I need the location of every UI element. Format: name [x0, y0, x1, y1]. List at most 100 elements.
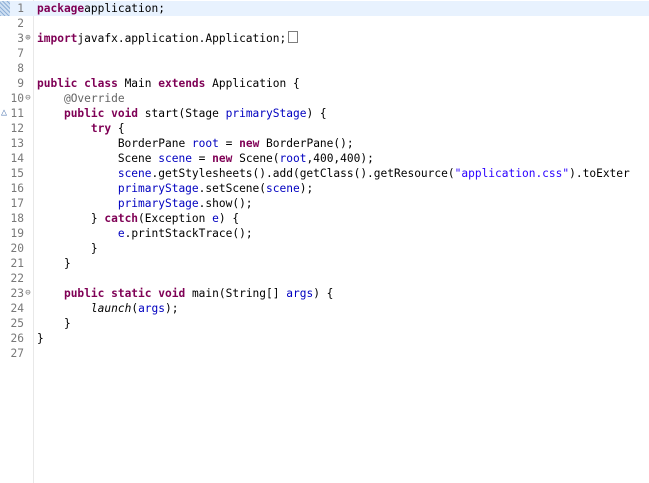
code-token: application; — [84, 2, 165, 15]
code-token: catch — [104, 212, 139, 225]
code-token: public static void — [63, 287, 186, 300]
code-text: launch(args); — [37, 301, 179, 316]
code-token: root — [191, 137, 219, 150]
code-line[interactable]: 14 Scene scene = new Scene(root,400,400)… — [0, 151, 649, 166]
fold-expand-icon[interactable]: ⊕ — [24, 34, 32, 43]
code-token: Scene( — [232, 152, 280, 165]
code-token: launch — [90, 302, 132, 315]
code-token: javafx.application.Application; — [77, 32, 287, 45]
code-line[interactable]: 26} — [0, 331, 649, 346]
code-token: new — [212, 152, 233, 165]
line-number: 18 — [10, 212, 24, 225]
code-text: packageapplication; — [37, 1, 165, 16]
code-token: } — [37, 332, 44, 345]
line-number: 17 — [10, 197, 24, 210]
code-token: .printStackTrace(); — [124, 227, 253, 240]
code-line[interactable]: 27 — [0, 346, 649, 361]
code-token: public void — [63, 107, 139, 120]
code-token: start(Stage — [138, 107, 226, 120]
code-line[interactable]: 17 primaryStage.show(); — [0, 196, 649, 211]
code-token: (Exception — [138, 212, 213, 225]
code-token: e — [212, 212, 219, 225]
code-text: importjavafx.application.Application; — [37, 31, 299, 46]
line-number: 22 — [10, 272, 24, 285]
code-line[interactable]: 25 } — [0, 316, 649, 331]
code-token: root — [279, 152, 307, 165]
code-token: package — [37, 2, 85, 15]
code-line[interactable]: 22 — [0, 271, 649, 286]
code-line[interactable]: 1 packageapplication; — [0, 1, 649, 16]
folded-region-icon[interactable] — [288, 31, 299, 43]
code-text: public class Main extends Application { — [37, 76, 300, 91]
code-token: import — [37, 32, 78, 45]
code-line[interactable]: 23 ⊖ public static void main(String[] arg… — [0, 286, 649, 301]
code-text: primaryStage.setScene(scene); — [37, 181, 313, 196]
line-number: 21 — [10, 257, 24, 270]
code-text: Scene scene = new Scene(root,400,400); — [37, 151, 374, 166]
code-token: public class — [37, 77, 118, 90]
code-text: } catch(Exception e) { — [37, 211, 239, 226]
line-number: 26 — [10, 332, 24, 345]
fold-collapse-icon[interactable]: ⊖ — [24, 94, 32, 103]
line-number: 25 — [10, 317, 24, 330]
code-token: } — [37, 257, 71, 270]
code-text: public static void main(String[] args) { — [37, 286, 333, 301]
code-text: } — [37, 241, 98, 256]
code-line[interactable]: 3 ⊕ importjavafx.application.Application; — [0, 31, 649, 46]
code-token: = — [218, 137, 240, 150]
code-line[interactable]: 11 △ public void start(Stage primaryStage… — [0, 106, 649, 121]
code-line[interactable]: 16 primaryStage.setScene(scene); — [0, 181, 649, 196]
code-text: public void start(Stage primaryStage) { — [37, 106, 327, 121]
code-token: .setScene( — [198, 182, 267, 195]
code-line[interactable]: 10 ⊖ @Override — [0, 91, 649, 106]
code-token: main(String[] — [185, 287, 287, 300]
code-line[interactable]: 15 scene.getStylesheets().add(getClass()… — [0, 166, 649, 181]
code-token: extends — [158, 77, 206, 90]
code-line[interactable]: 20 } — [0, 241, 649, 256]
code-text: } — [37, 331, 44, 346]
line-number: 9 — [17, 77, 24, 90]
line-number: 27 — [10, 347, 24, 360]
code-token: args — [286, 287, 314, 300]
code-text: BorderPane root = new BorderPane(); — [37, 136, 354, 151]
override-marker-icon[interactable]: △ — [1, 108, 11, 118]
code-token: { — [111, 122, 125, 135]
code-editor[interactable]: 1 packageapplication; 2 3 ⊕ importjavafx.appl… — [0, 0, 649, 483]
code-text: primaryStage.show(); — [37, 196, 253, 211]
code-token: ) { — [306, 107, 327, 120]
code-text: try { — [37, 121, 125, 136]
code-token: try — [90, 122, 112, 135]
code-line[interactable]: 24 launch(args); — [0, 301, 649, 316]
code-token: ); — [165, 302, 179, 315]
line-number: 7 — [17, 47, 24, 60]
code-token: BorderPane — [37, 137, 192, 150]
code-line[interactable]: 7 — [0, 46, 649, 61]
code-line[interactable]: 19 e.printStackTrace(); — [0, 226, 649, 241]
code-token: .show(); — [198, 197, 253, 210]
code-line[interactable]: 2 — [0, 16, 649, 31]
code-token: Scene — [37, 152, 159, 165]
code-text: } — [37, 256, 71, 271]
code-token: } — [37, 317, 71, 330]
code-token: @Override — [63, 92, 125, 105]
fold-collapse-icon[interactable]: ⊖ — [24, 289, 32, 298]
line-number: 13 — [10, 137, 24, 150]
line-number: 14 — [10, 152, 24, 165]
code-line[interactable]: 8 — [0, 61, 649, 76]
line-number: 24 — [10, 302, 24, 315]
code-line[interactable]: 9 public class Main extends Application { — [0, 76, 649, 91]
code-line[interactable]: 21 } — [0, 256, 649, 271]
code-token: BorderPane(); — [259, 137, 354, 150]
code-token: primaryStage — [117, 182, 199, 195]
code-line[interactable]: 18 } catch(Exception e) { — [0, 211, 649, 226]
code-token: ) { — [313, 287, 334, 300]
code-line[interactable]: 12 try { — [0, 121, 649, 136]
code-token: primaryStage — [117, 197, 199, 210]
code-token: ).toExter — [569, 167, 630, 180]
code-token: ); — [299, 182, 314, 195]
code-line[interactable]: 13 BorderPane root = new BorderPane(); — [0, 136, 649, 151]
